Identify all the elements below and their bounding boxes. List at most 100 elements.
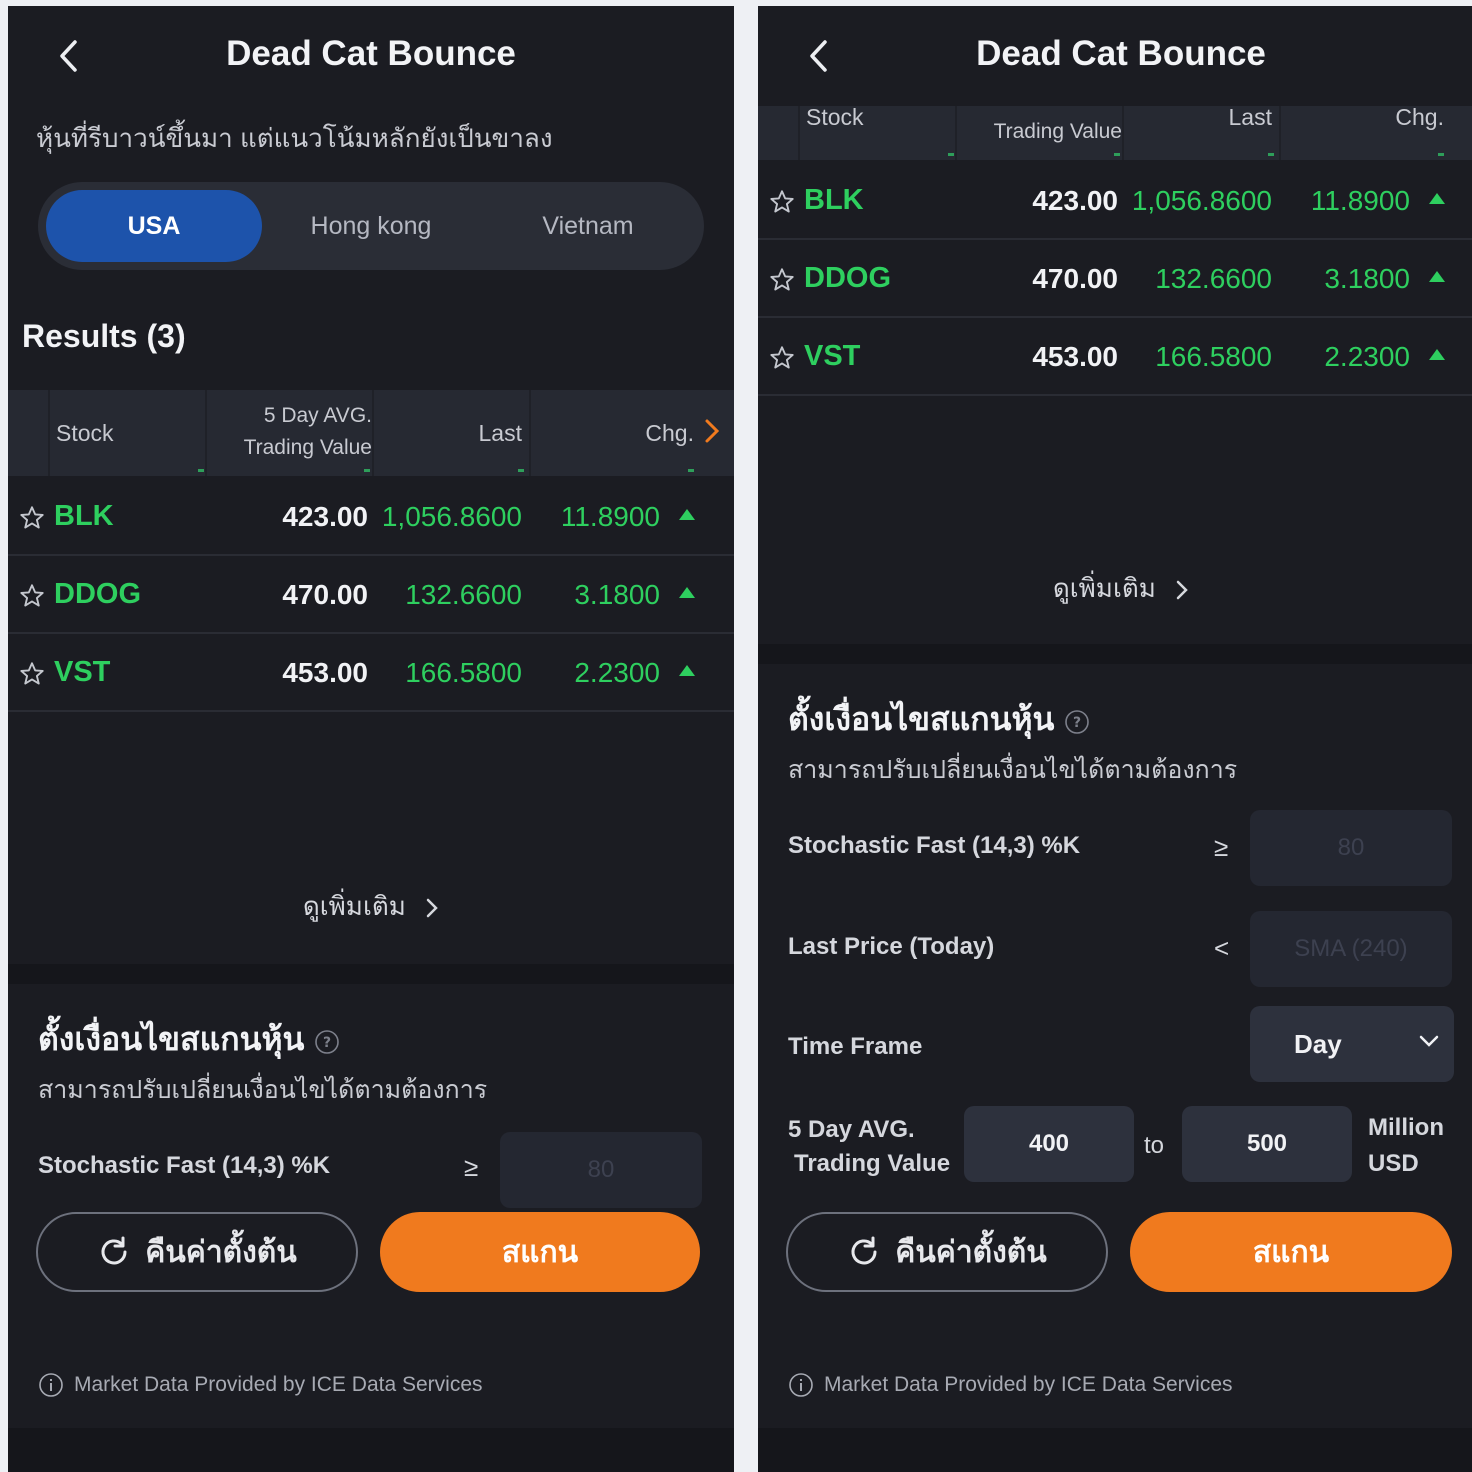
scan-conditions-subtitle: สามารถปรับเปลี่ยนเงื่อนไขได้ตามต้องการ xyxy=(788,756,1238,784)
triangle-up-icon xyxy=(679,587,695,598)
help-icon[interactable]: ? xyxy=(314,1029,340,1055)
scan-conditions-subtitle: สามารถปรับเปลี่ยนเงื่อนไขได้ตามต้องการ xyxy=(38,1076,488,1104)
last-price: 470.00 xyxy=(1032,263,1118,294)
time-frame-label: Time Frame xyxy=(788,1033,923,1060)
trading-value-label-line2: Trading Value xyxy=(794,1150,951,1177)
last-price: 453.00 xyxy=(1032,341,1118,372)
stochastic-label: Stochastic Fast (14,3) %K xyxy=(38,1152,331,1179)
scan-conditions-title: ตั้งเงื่อนไขสแกนหุ้น? xyxy=(38,1014,340,1065)
avg-trading-value: 166.5800 xyxy=(1155,341,1272,372)
column-header-chg[interactable]: Chg. xyxy=(568,420,694,447)
help-icon[interactable]: ? xyxy=(1064,709,1090,735)
bottom-bar xyxy=(8,1428,734,1472)
last-price-compare-input[interactable]: SMA (240) xyxy=(1250,911,1452,987)
reset-button-label: คืนค่าตั้งต้น xyxy=(895,1235,1047,1269)
see-more-link[interactable]: ดูเพิ่มเติม xyxy=(8,886,734,927)
last-price: 423.00 xyxy=(282,501,368,532)
page-subtitle: หุ้นที่รีบาวน์ขึ้นมา แต่แนวโน้มหลักยังเป… xyxy=(36,123,553,153)
column-header-stock[interactable]: Stock xyxy=(56,420,114,447)
reset-button[interactable]: คืนค่าตั้งต้น xyxy=(36,1212,358,1292)
change-value: 2.2300 xyxy=(1324,341,1410,372)
avg-trading-value: 1,056.8600 xyxy=(381,501,522,532)
chevron-down-icon xyxy=(1419,1035,1439,1047)
scan-conditions-title-text: ตั้งเงื่อนไขสแกนหุ้น xyxy=(38,1021,305,1057)
svg-text:?: ? xyxy=(1073,715,1081,731)
triangle-up-icon xyxy=(1429,349,1445,360)
stock-symbol[interactable]: BLK xyxy=(804,184,864,217)
table-row[interactable]: BLK 423.00 1,056.8600 11.8900 xyxy=(758,162,1472,240)
stochastic-value-input[interactable]: 80 xyxy=(500,1132,702,1208)
table-header: Stock Trading Value Last Chg. xyxy=(758,98,1472,160)
column-header-last[interactable]: Last xyxy=(388,420,522,447)
trading-value-max-input[interactable]: 500 xyxy=(1182,1106,1352,1182)
bottom-bar xyxy=(758,1428,1472,1472)
scan-button[interactable]: สแกน xyxy=(1130,1212,1452,1292)
scan-button[interactable]: สแกน xyxy=(380,1212,700,1292)
trading-value-label-line1: 5 Day AVG. xyxy=(788,1116,915,1143)
header: Dead Cat Bounce xyxy=(8,6,734,106)
time-frame-value: Day xyxy=(1294,1029,1342,1059)
stochastic-value-input[interactable]: 80 xyxy=(1250,810,1452,886)
column-header-stock[interactable]: Stock xyxy=(806,104,864,131)
screen-left: Dead Cat Bounce หุ้นที่รีบาวน์ขึ้นมา แต่… xyxy=(8,6,734,1472)
unit-line2: USD xyxy=(1368,1150,1419,1177)
triangle-up-icon xyxy=(1429,193,1445,204)
stock-symbol[interactable]: BLK xyxy=(54,500,114,533)
scroll-right-chevron-icon[interactable] xyxy=(704,418,726,446)
column-header-last[interactable]: Last xyxy=(1138,104,1272,131)
footer-attribution: Market Data Provided by ICE Data Service… xyxy=(38,1372,483,1398)
change-value: 2.2300 xyxy=(574,657,660,688)
table-header: Stock 5 Day AVG. Trading Value Last Chg. xyxy=(8,390,734,476)
chevron-right-icon xyxy=(426,898,438,918)
stock-symbol[interactable]: VST xyxy=(804,340,860,373)
triangle-up-icon xyxy=(679,509,695,520)
see-more-label: ดูเพิ่มเติม xyxy=(302,891,406,921)
see-more-link[interactable]: ดูเพิ่มเติม xyxy=(758,568,1472,609)
star-icon[interactable] xyxy=(18,582,46,610)
tab-vietnam[interactable]: Vietnam xyxy=(480,190,696,262)
stochastic-operator[interactable]: ≥ xyxy=(1214,832,1228,863)
column-header-avg-line1[interactable]: 5 Day AVG. xyxy=(208,404,372,428)
change-value: 11.8900 xyxy=(560,501,660,532)
change-value: 3.1800 xyxy=(574,579,660,610)
change-value: 3.1800 xyxy=(1324,263,1410,294)
star-icon[interactable] xyxy=(768,188,796,216)
market-tabs: USA Hong kong Vietnam xyxy=(38,182,704,270)
footer-text: Market Data Provided by ICE Data Service… xyxy=(74,1373,483,1396)
stock-symbol[interactable]: VST xyxy=(54,656,110,689)
table-row[interactable]: VST 453.00 166.5800 2.2300 xyxy=(758,318,1472,396)
time-frame-select[interactable]: Day xyxy=(1250,1006,1454,1082)
tab-hong-kong[interactable]: Hong kong xyxy=(263,190,479,262)
range-to-label: to xyxy=(1144,1132,1165,1159)
table-row[interactable]: DDOG 470.00 132.6600 3.1800 xyxy=(8,556,734,634)
trading-value-min-input[interactable]: 400 xyxy=(964,1106,1134,1182)
refresh-icon xyxy=(851,1236,877,1265)
svg-text:?: ? xyxy=(323,1035,331,1051)
table-row[interactable]: BLK 423.00 1,056.8600 11.8900 xyxy=(8,478,734,556)
star-icon[interactable] xyxy=(18,504,46,532)
info-icon xyxy=(789,1373,813,1397)
star-icon[interactable] xyxy=(768,266,796,294)
last-price-label: Last Price (Today) xyxy=(788,933,995,960)
scan-conditions-title-text: ตั้งเงื่อนไขสแกนหุ้น xyxy=(788,701,1055,737)
column-header-chg[interactable]: Chg. xyxy=(1318,104,1444,131)
column-header-avg-line2[interactable]: Trading Value xyxy=(208,436,372,460)
unit-line1: Million xyxy=(1368,1114,1444,1141)
tab-usa[interactable]: USA xyxy=(46,190,262,262)
star-icon[interactable] xyxy=(768,344,796,372)
star-icon[interactable] xyxy=(18,660,46,688)
column-header-avg-line2[interactable]: Trading Value xyxy=(958,120,1122,144)
triangle-up-icon xyxy=(679,665,695,676)
stock-symbol[interactable]: DDOG xyxy=(804,262,891,295)
last-price-operator[interactable]: < xyxy=(1214,933,1229,964)
triangle-up-icon xyxy=(1429,271,1445,282)
stock-symbol[interactable]: DDOG xyxy=(54,578,141,611)
stochastic-operator[interactable]: ≥ xyxy=(464,1152,478,1183)
table-row[interactable]: DDOG 470.00 132.6600 3.1800 xyxy=(758,240,1472,318)
avg-trading-value: 132.6600 xyxy=(1155,263,1272,294)
table-row[interactable]: VST 453.00 166.5800 2.2300 xyxy=(8,634,734,712)
reset-button[interactable]: คืนค่าตั้งต้น xyxy=(786,1212,1108,1292)
footer-attribution: Market Data Provided by ICE Data Service… xyxy=(788,1372,1233,1398)
page-title: Dead Cat Bounce xyxy=(226,34,516,73)
last-price: 423.00 xyxy=(1032,185,1118,216)
